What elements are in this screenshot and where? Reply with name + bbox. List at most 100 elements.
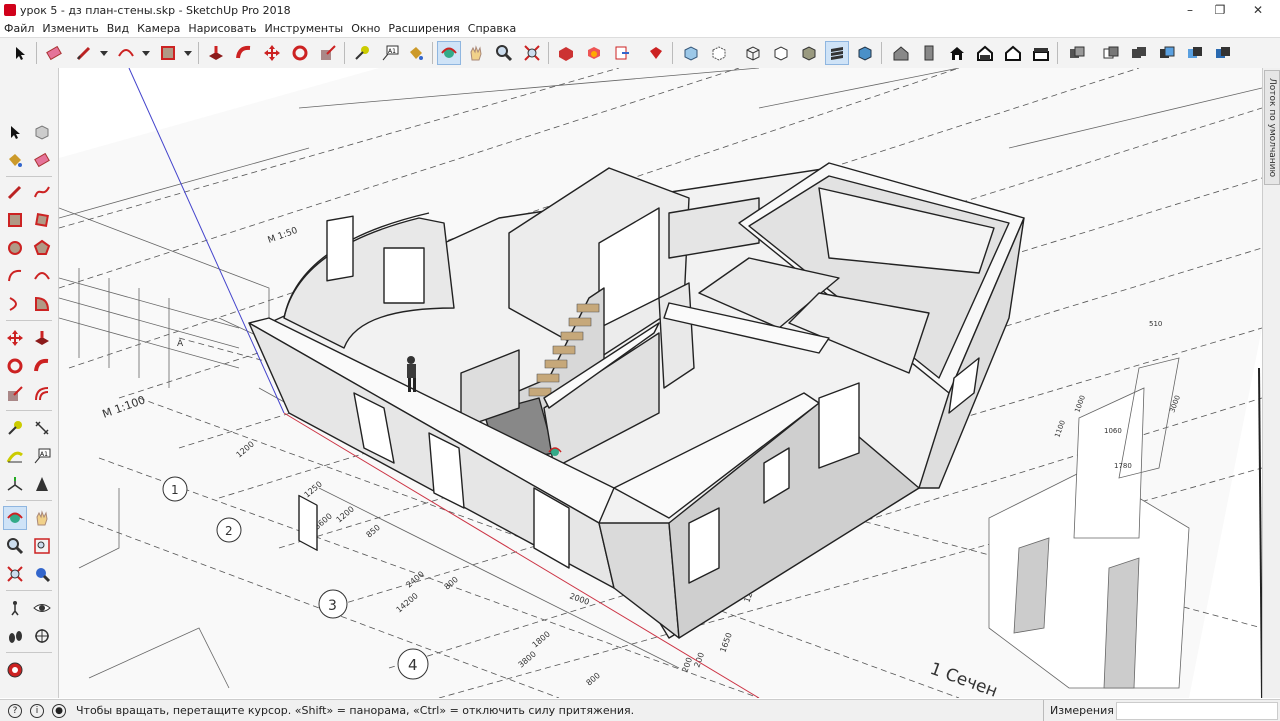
make-component-icon[interactable] <box>30 120 54 144</box>
paint-bucket-tool-button[interactable] <box>404 41 428 65</box>
send-to-layout-button[interactable] <box>610 41 634 65</box>
pan-tool-button[interactable] <box>464 41 488 65</box>
rotated-rectangle-icon[interactable] <box>30 208 54 232</box>
tape-measure-tool-button[interactable] <box>350 41 374 65</box>
default-tray-tab[interactable]: Лоток по умолчанию <box>1264 70 1280 185</box>
freehand-icon[interactable] <box>30 180 54 204</box>
arc-dropdown-icon[interactable] <box>134 41 158 65</box>
eraser-icon[interactable] <box>30 148 54 172</box>
iso-view-button[interactable] <box>889 41 913 65</box>
line-dropdown-icon[interactable] <box>92 41 116 65</box>
zoom-tool-button[interactable] <box>492 41 516 65</box>
menu-extensions[interactable]: Расширения <box>384 22 463 35</box>
pie-icon[interactable] <box>30 292 54 316</box>
back-edges-style-button[interactable] <box>707 41 731 65</box>
push-pull-tool-button[interactable] <box>204 41 228 65</box>
3d-warehouse-button[interactable] <box>554 41 578 65</box>
union-button[interactable] <box>1127 41 1151 65</box>
window-title: урок 5 - дз план-стены.skp - SketchUp Pr… <box>20 3 291 17</box>
offset-icon[interactable] <box>30 382 54 406</box>
menu-help[interactable]: Справка <box>464 22 520 35</box>
orbit-tool-button[interactable] <box>437 41 461 65</box>
dimension-icon[interactable] <box>30 416 54 440</box>
circle-icon[interactable] <box>3 236 27 260</box>
protractor-icon[interactable] <box>3 444 27 468</box>
zoom-extents-tool-button[interactable] <box>520 41 544 65</box>
move-icon[interactable] <box>3 326 27 350</box>
trim-button[interactable] <box>1183 41 1207 65</box>
walk-icon[interactable] <box>3 624 27 648</box>
zoom-icon[interactable] <box>3 534 27 558</box>
user-account-icon[interactable]: ● <box>52 703 66 718</box>
polygon-icon[interactable] <box>30 236 54 260</box>
follow-me-tool-button[interactable] <box>232 41 256 65</box>
tape-measure-icon[interactable] <box>3 416 27 440</box>
info-icon[interactable]: ? <box>8 703 22 718</box>
model-canvas[interactable]: М 1:100 М 1:50 1 Сечен А 1 2 3 4 1200 12… <box>59 68 1262 698</box>
model-viewport[interactable]: М 1:100 М 1:50 1 Сечен А 1 2 3 4 1200 12… <box>59 68 1262 698</box>
zoom-extents-icon[interactable] <box>3 562 27 586</box>
push-pull-icon[interactable] <box>30 326 54 350</box>
axes-icon[interactable] <box>3 472 27 496</box>
move-tool-button[interactable] <box>260 41 284 65</box>
xray-style-button[interactable] <box>679 41 703 65</box>
scale-icon[interactable] <box>3 382 27 406</box>
paint-bucket-icon[interactable] <box>3 148 27 172</box>
back-view-button[interactable] <box>1001 41 1025 65</box>
look-around-icon[interactable] <box>30 596 54 620</box>
pan-icon[interactable] <box>30 506 54 530</box>
extension-warehouse-icon[interactable] <box>3 658 27 682</box>
components-button[interactable] <box>582 41 606 65</box>
measurements-input[interactable] <box>1116 702 1278 720</box>
geolocation-icon[interactable]: i <box>30 703 44 718</box>
text-icon[interactable]: A1 <box>30 444 54 468</box>
rectangle-icon[interactable] <box>3 208 27 232</box>
shape-dropdown-icon[interactable] <box>176 41 200 65</box>
close-button[interactable]: ✕ <box>1240 0 1276 20</box>
two-point-arc-icon[interactable] <box>30 264 54 288</box>
sketchup-app-icon <box>4 4 16 16</box>
monochrome-style-button[interactable] <box>853 41 877 65</box>
follow-me-icon[interactable] <box>30 354 54 378</box>
menu-tools[interactable]: Инструменты <box>260 22 347 35</box>
menu-draw[interactable]: Нарисовать <box>184 22 260 35</box>
shaded-style-button[interactable] <box>797 41 821 65</box>
select-tool-button[interactable] <box>8 41 32 65</box>
rotate-tool-button[interactable] <box>288 41 312 65</box>
line-icon[interactable] <box>3 180 27 204</box>
scale-tool-button[interactable] <box>316 41 340 65</box>
maximize-button[interactable]: ❐ <box>1202 0 1238 20</box>
zoom-window-icon[interactable] <box>30 534 54 558</box>
menu-edit[interactable]: Изменить <box>38 22 102 35</box>
menu-file[interactable]: Файл <box>0 22 38 35</box>
wireframe-style-button[interactable] <box>741 41 765 65</box>
top-view-button[interactable] <box>917 41 941 65</box>
select-tool-icon[interactable] <box>3 120 27 144</box>
3d-text-icon[interactable] <box>30 472 54 496</box>
axis-marker-3: 3 <box>318 589 348 619</box>
svg-text:1: 1 <box>171 483 179 497</box>
position-camera-icon[interactable] <box>3 596 27 620</box>
subtract-button[interactable] <box>1155 41 1179 65</box>
extension-warehouse-button[interactable] <box>644 41 668 65</box>
three-point-arc-icon[interactable] <box>3 292 27 316</box>
left-view-button[interactable] <box>1029 41 1053 65</box>
arc-icon[interactable] <box>3 264 27 288</box>
section-plane-icon[interactable] <box>30 624 54 648</box>
menu-window[interactable]: Окно <box>347 22 384 35</box>
eraser-tool-button[interactable] <box>42 41 66 65</box>
text-tool-button[interactable]: A1 <box>378 41 402 65</box>
menu-view[interactable]: Вид <box>103 22 133 35</box>
shaded-textures-style-button[interactable] <box>825 41 849 65</box>
rotate-icon[interactable] <box>3 354 27 378</box>
menu-camera[interactable]: Камера <box>133 22 184 35</box>
intersect-button[interactable] <box>1099 41 1123 65</box>
outer-shell-button[interactable] <box>1065 41 1089 65</box>
front-view-button[interactable] <box>945 41 969 65</box>
orbit-icon[interactable] <box>3 506 27 530</box>
split-button[interactable] <box>1211 41 1235 65</box>
svg-text:3: 3 <box>328 598 337 614</box>
previous-view-icon[interactable] <box>30 562 54 586</box>
hidden-line-style-button[interactable] <box>769 41 793 65</box>
right-view-button[interactable] <box>973 41 997 65</box>
